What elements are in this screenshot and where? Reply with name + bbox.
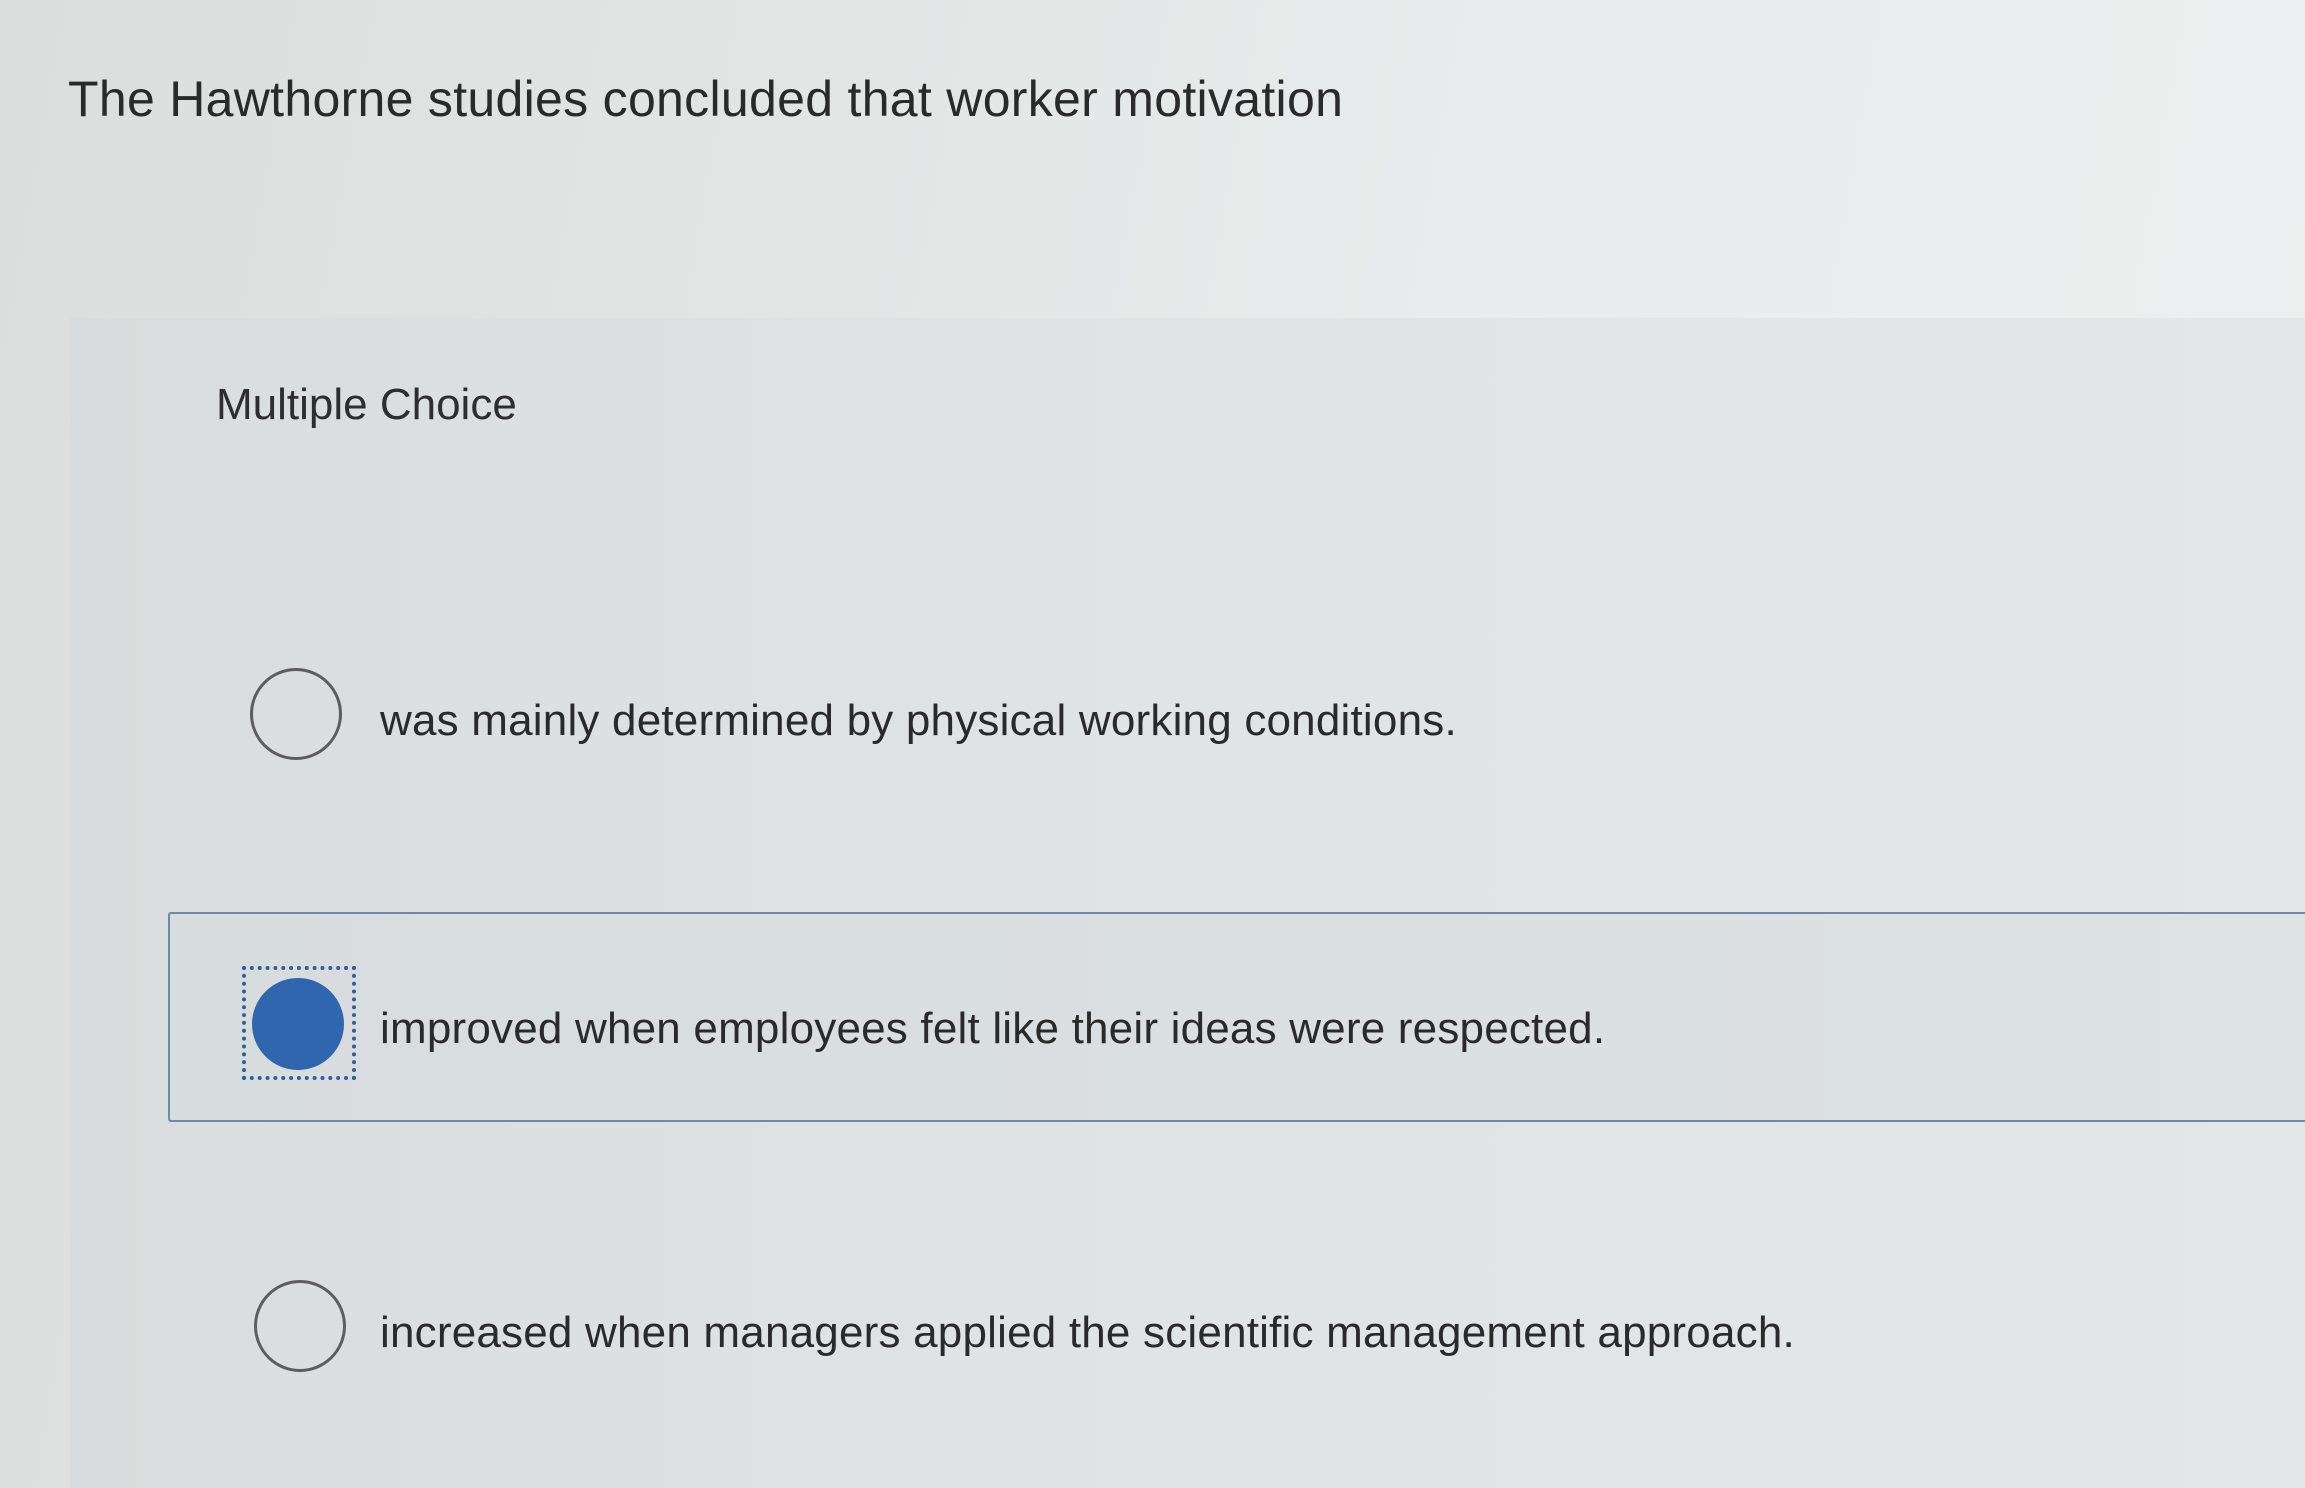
option-3-text: increased when managers applied the scie… bbox=[380, 1308, 1795, 1357]
question-text: The Hawthorne studies concluded that wor… bbox=[68, 71, 1344, 127]
radio-button-option-1[interactable] bbox=[250, 668, 342, 760]
radio-button-option-2-selected[interactable] bbox=[252, 978, 344, 1070]
radio-button-option-3[interactable] bbox=[254, 1280, 346, 1372]
question-type-label: Multiple Choice bbox=[216, 380, 517, 429]
option-2-text: improved when employees felt like their … bbox=[380, 1004, 1606, 1053]
option-1-text: was mainly determined by physical workin… bbox=[380, 696, 1457, 745]
